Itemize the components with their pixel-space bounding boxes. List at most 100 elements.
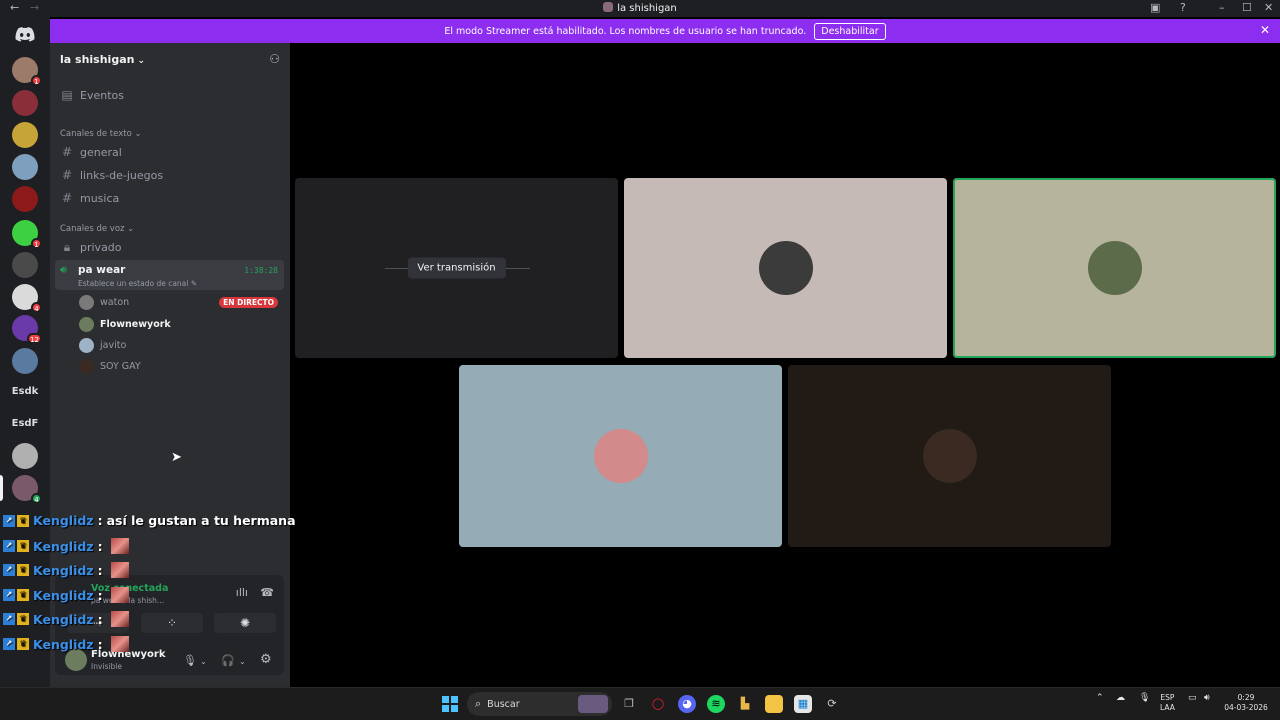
guild-icon[interactable] (12, 348, 38, 374)
language-indicator[interactable]: ESP LAA (1160, 693, 1175, 713)
soundboard-button[interactable]: ✺ (214, 613, 276, 633)
close-icon[interactable]: ✕ (1264, 1, 1273, 14)
app-icon-2[interactable]: ⟳ (823, 695, 841, 713)
disable-streamer-button[interactable]: Deshabilitar (814, 22, 886, 40)
lang-top: ESP (1160, 693, 1175, 702)
chat-username: Kenglidz (33, 636, 94, 652)
participant-tile[interactable] (624, 178, 947, 358)
discord-home-icon[interactable] (15, 27, 35, 42)
app-icon[interactable]: ▙ (736, 695, 754, 713)
network-icon[interactable]: ▭ (1188, 693, 1197, 703)
guild-icon[interactable]: 4 (12, 284, 42, 313)
crown-badge-icon: ♛ (17, 638, 29, 650)
server-header[interactable]: la shishigan ⌄ (60, 53, 145, 66)
avatar (758, 241, 813, 295)
participant-tile[interactable] (459, 365, 782, 547)
noise-suppression-icon[interactable]: ıllı (236, 586, 248, 599)
disconnect-icon[interactable]: ☎ (260, 586, 274, 599)
channel-links-de-juegos[interactable]: # links-de-juegos (60, 168, 163, 182)
avatar (79, 338, 94, 353)
store-icon[interactable]: ▦ (794, 695, 812, 713)
voice-channel-name: pa wear (78, 264, 126, 276)
inbox-icon[interactable]: ▣ (1150, 1, 1160, 14)
headset-icon[interactable]: 🎧 (221, 654, 235, 667)
prime-badge-icon: ↗ (3, 540, 15, 552)
channel-musica[interactable]: # musica (60, 191, 119, 205)
pencil-icon: ✎ (190, 279, 198, 288)
guild-icon[interactable] (12, 252, 38, 278)
emote-icon (110, 538, 129, 554)
invite-people-icon[interactable]: ⚇ (269, 52, 280, 66)
clock[interactable]: 0:29 04-03-2026 (1224, 693, 1268, 713)
avatar (922, 429, 977, 483)
chat-message: ↗ ♛ Kenglidz: (3, 611, 129, 627)
channel-general[interactable]: # general (60, 145, 122, 159)
calendar-icon: ▤ (61, 88, 73, 102)
events-label: Eventos (80, 88, 124, 102)
maximize-icon[interactable]: ☐ (1242, 1, 1252, 14)
voice-channel-pa-wear[interactable]: 🔊︎ pa wear 1:38:28 Establece un estado d… (55, 260, 284, 290)
avatar (79, 295, 94, 310)
guild-esdf[interactable]: EsdF (0, 418, 50, 429)
guild-esdk[interactable]: Esdk (0, 386, 50, 397)
text-channels-category[interactable]: Canales de texto ⌄ (60, 129, 142, 139)
task-view-icon[interactable]: ❐ (620, 695, 638, 713)
chat-message: ↗ ♛ Kenglidz: (3, 562, 129, 578)
spotify-icon[interactable]: ≋ (707, 695, 725, 713)
lock-icon: 🔒︎ (63, 240, 71, 254)
settings-gear-icon[interactable]: ⚙ (260, 652, 272, 667)
windows-start-icon[interactable] (442, 696, 458, 712)
close-banner-icon[interactable]: ✕ (1260, 23, 1270, 37)
file-explorer-icon[interactable] (765, 695, 783, 713)
mic-options-chevron-icon[interactable]: ⌄ (200, 657, 207, 666)
guild-icon[interactable] (12, 122, 38, 148)
guild-icon[interactable]: 12 (12, 315, 42, 344)
discord-taskbar-icon[interactable]: ◕ (678, 695, 696, 713)
chat-username: Kenglidz (33, 513, 94, 528)
guild-icon[interactable]: 1 (12, 220, 42, 249)
events-item[interactable]: ▤ Eventos (60, 88, 124, 102)
microphone-icon[interactable]: 🎙 (183, 654, 197, 667)
participant-tile-speaking[interactable] (953, 178, 1276, 358)
opera-icon[interactable]: ◯ (649, 695, 667, 713)
widgets-icon[interactable] (578, 695, 608, 713)
volume-icon[interactable]: 🔊︎ (1204, 693, 1210, 703)
channel-status-label: Establece un estado de canal (78, 279, 189, 288)
help-icon[interactable]: ? (1180, 1, 1186, 14)
voice-user[interactable]: waton (79, 295, 129, 310)
cloud-icon[interactable]: ☁ (1116, 693, 1125, 703)
mic-tray-icon[interactable]: 🎙︎ (1139, 693, 1150, 703)
headset-options-chevron-icon[interactable]: ⌄ (239, 657, 246, 666)
chat-message: ↗ ♛ Kenglidz: (3, 587, 129, 603)
crown-badge-icon: ♛ (17, 564, 29, 576)
tray-chevron-icon[interactable]: ⌃ (1096, 693, 1104, 703)
voice-channels-category[interactable]: Canales de voz ⌄ (60, 224, 134, 234)
guild-icon[interactable] (12, 154, 38, 180)
participant-tile[interactable] (788, 365, 1111, 547)
stream-tile[interactable]: Ver transmisión (295, 178, 618, 358)
voice-user[interactable]: SOY GAY (79, 359, 141, 374)
live-badge: EN DIRECTO (219, 297, 278, 308)
mouse-cursor-icon: ➤ (171, 450, 182, 465)
activities-button[interactable]: ⁘ (141, 613, 203, 633)
watch-stream-button[interactable]: Ver transmisión (407, 257, 506, 279)
voice-channel-privado[interactable]: 🔒︎ privado (60, 240, 122, 255)
hash-icon: # (61, 168, 73, 182)
set-channel-status[interactable]: Establece un estado de canal ✎ (78, 279, 197, 288)
guild-icon[interactable] (12, 90, 38, 116)
chat-username: Kenglidz (33, 562, 94, 578)
chat-separator: : (97, 636, 103, 652)
voice-user-name: waton (100, 297, 130, 308)
avatar[interactable] (65, 649, 87, 671)
voice-user[interactable]: javito (79, 338, 126, 353)
minimize-icon[interactable]: – (1219, 1, 1225, 14)
avatar (79, 317, 94, 332)
voice-user[interactable]: Flownewyork (79, 317, 171, 332)
mention-badge: 1 (31, 75, 42, 86)
voice-user-name: javito (100, 340, 127, 351)
chat-message: ↗ ♛ Kenglidz: (3, 636, 129, 652)
guild-icon[interactable] (12, 186, 38, 212)
guild-icon[interactable]: 4 (12, 475, 42, 504)
guild-icon[interactable]: 1 (12, 57, 42, 86)
guild-icon[interactable] (12, 443, 38, 469)
